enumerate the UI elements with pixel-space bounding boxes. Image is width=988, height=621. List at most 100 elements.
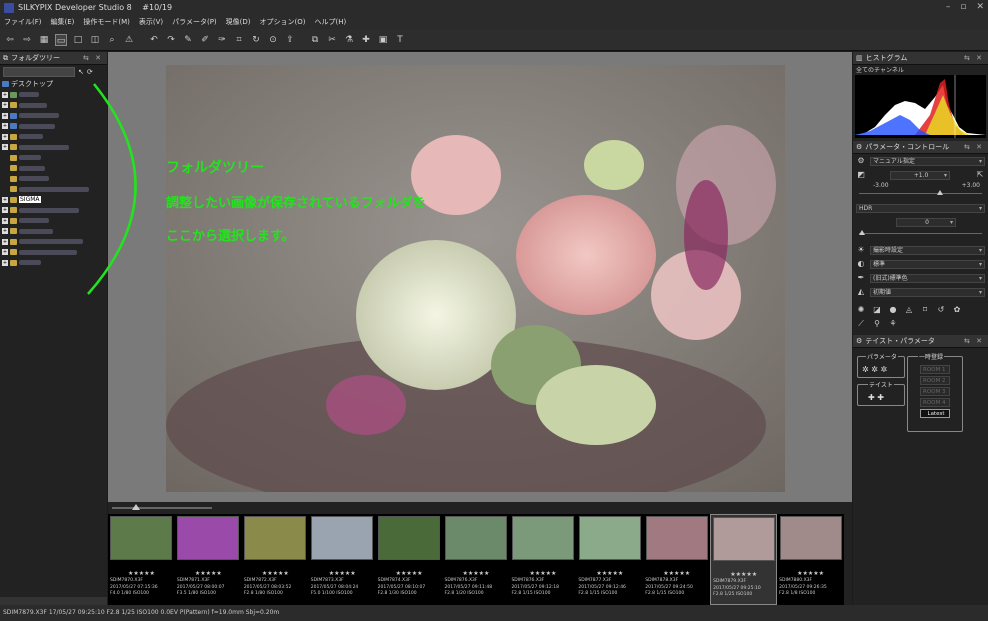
memory-slot-2[interactable]: ROOM 2	[920, 376, 950, 385]
sharpness-dropdown[interactable]: 初期値	[870, 287, 985, 297]
rating-stars[interactable]: ★★★★★	[311, 570, 374, 577]
sphere-icon[interactable]: ●	[888, 305, 898, 315]
thumbnail[interactable]: ★★★★★ SDIM7880.X3F 2017/05/27 09:26:35 F2.8…	[777, 514, 844, 605]
rating-stars[interactable]: ★★★★★	[713, 571, 774, 578]
maximize-button[interactable]: ▫	[960, 2, 966, 12]
settings-icon[interactable]: ⚙	[856, 156, 866, 166]
thumb-size-slider-handle[interactable]	[132, 504, 140, 510]
rating-stars[interactable]: ★★★★★	[445, 570, 508, 577]
expand-icon[interactable]: +	[2, 91, 8, 98]
preset-dropdown[interactable]: マニュアル指定	[870, 156, 985, 166]
compare-view-icon[interactable]: ◫	[89, 34, 101, 46]
rotate-icon[interactable]: ↻	[250, 34, 262, 46]
thumbnail[interactable]: ★★★★★ SDIM7873.X3F 2017/05/27 08:04:24 F5.0…	[309, 514, 376, 605]
hdr-dropdown[interactable]: HDR	[856, 203, 985, 213]
curve-icon[interactable]: ◪	[872, 305, 882, 315]
back-icon[interactable]: ⇦	[4, 34, 16, 46]
expand-icon[interactable]: +	[2, 144, 8, 151]
thumbnail[interactable]: ★★★★★ SDIM7876.X3F 2017/05/27 09:11:48 F2.8…	[443, 514, 510, 605]
forward-icon[interactable]: ⇨	[21, 34, 33, 46]
taste-icons[interactable]: ✚ ✚	[868, 393, 884, 402]
spot-icon[interactable]: ⚘	[888, 319, 898, 329]
histogram-channel[interactable]: 全てのチャンネル	[853, 65, 988, 75]
rating-stars[interactable]: ★★★★★	[244, 570, 307, 577]
distortion-icon[interactable]: ⌑	[920, 305, 930, 315]
redo-icon[interactable]: ↷	[165, 34, 177, 46]
brush-icon[interactable]: ✂	[326, 34, 338, 46]
preview-photo[interactable]	[166, 65, 785, 492]
zoom-icon[interactable]: ⌕	[106, 34, 118, 46]
expand-icon[interactable]: +	[2, 238, 8, 245]
rating-stars[interactable]: ★★★★★	[378, 570, 441, 577]
memory-slot-1[interactable]: ROOM 1	[920, 365, 950, 374]
expand-icon[interactable]: +	[2, 133, 8, 140]
pipette-icon[interactable]: ✎	[182, 34, 194, 46]
rating-stars[interactable]: ★★★★★	[110, 570, 173, 577]
noise-icon[interactable]: ✺	[856, 305, 866, 315]
wb-dropdown[interactable]: 撮影時設定	[870, 245, 985, 255]
thumbnail[interactable]: ★★★★★ SDIM7879.X3F 2017/05/27 09:25:10 F2.8…	[710, 514, 778, 605]
thumbnail[interactable]: ★★★★★ SDIM7878.X3F 2017/05/27 09:24:50 F2.8…	[643, 514, 710, 605]
wb-pipette-icon[interactable]: ✐	[199, 34, 211, 46]
rating-stars[interactable]: ★★★★★	[511, 570, 574, 577]
panel-controls-icon[interactable]: ⇆ ✕	[964, 54, 984, 62]
preview-view-icon[interactable]: ▭	[55, 33, 67, 46]
menu-options[interactable]: オプション(O)	[260, 17, 306, 27]
menu-edit[interactable]: 編集(E)	[51, 17, 75, 27]
thumb-size-slider[interactable]	[112, 507, 212, 509]
dropper-icon[interactable]: ⚲	[872, 319, 882, 329]
panel-controls-icon[interactable]: ⇆ ✕	[83, 54, 103, 62]
color-dropdown[interactable]: (旧式)標準色	[870, 273, 985, 283]
expand-icon[interactable]: +	[2, 112, 8, 119]
thumbnail[interactable]: ★★★★★ SDIM7871.X3F 2017/05/27 08:00:07 F3.5…	[175, 514, 242, 605]
warning-icon[interactable]: ⚠	[123, 34, 135, 46]
menu-mode[interactable]: 操作モード(M)	[83, 17, 130, 27]
compare-icon[interactable]: ⧉	[309, 34, 321, 46]
undo-icon[interactable]: ↶	[148, 34, 160, 46]
menu-develop[interactable]: 現像(D)	[226, 17, 251, 27]
rating-stars[interactable]: ★★★★★	[779, 570, 842, 577]
param-icons[interactable]: ✲ ✲ ✲	[862, 365, 887, 374]
folder-up-icon[interactable]: ↖	[78, 68, 84, 76]
panel-controls-icon[interactable]: ⇆ ✕	[964, 337, 984, 345]
expand-icon[interactable]: +	[2, 228, 8, 235]
exposure-slider[interactable]	[859, 189, 982, 197]
auto-exposure-icon[interactable]: ⇱	[975, 170, 985, 180]
menu-file[interactable]: ファイル(F)	[4, 17, 42, 27]
effect-icon[interactable]: ✿	[952, 305, 962, 315]
puzzle-icon[interactable]: ✚	[360, 34, 372, 46]
display-icon[interactable]: ▣	[377, 34, 389, 46]
memory-slot-3[interactable]: ROOM 3	[920, 387, 950, 396]
grid-view-icon[interactable]: ▦	[38, 34, 50, 46]
hdr-slider-handle[interactable]	[859, 230, 865, 235]
exposure-slider-handle[interactable]	[937, 190, 943, 195]
rotate-icon[interactable]: ↺	[936, 305, 946, 315]
menu-parameter[interactable]: パラメータ(P)	[172, 17, 216, 27]
expand-icon[interactable]: +	[2, 207, 8, 214]
hdr-value[interactable]: 0	[896, 217, 956, 227]
thumbnail[interactable]: ★★★★★ SDIM7874.X3F 2017/05/27 08:10:07 F2.8…	[376, 514, 443, 605]
expand-icon[interactable]: +	[2, 217, 8, 224]
minimize-button[interactable]: –	[946, 2, 951, 12]
folder-panel-scrollbar[interactable]	[0, 597, 107, 605]
brush-icon[interactable]: ⟋	[856, 319, 866, 329]
text-icon[interactable]: T	[394, 34, 406, 46]
refresh-icon[interactable]: ⟳	[87, 68, 93, 76]
rating-stars[interactable]: ★★★★★	[578, 570, 641, 577]
single-view-icon[interactable]: □	[72, 34, 84, 46]
thumbnail[interactable]: ★★★★★ SDIM7870.X3F 2017/05/27 07:15:36 F4.0…	[108, 514, 175, 605]
tone-dropdown[interactable]: 標準	[870, 259, 985, 269]
thumbnail[interactable]: ★★★★★ SDIM7872.X3F 2017/05/27 08:03:52 F2.8…	[242, 514, 309, 605]
menu-view[interactable]: 表示(V)	[139, 17, 163, 27]
thumbnail-strip-scrollbar[interactable]	[844, 514, 852, 605]
exposure-value[interactable]: +1.0	[890, 170, 950, 180]
folder-path-input[interactable]	[3, 67, 75, 77]
gray-pipette-icon[interactable]: ✑	[216, 34, 228, 46]
expand-icon[interactable]: +	[2, 102, 8, 109]
stamp-icon[interactable]: ⚗	[343, 34, 355, 46]
expand-icon[interactable]: +	[2, 196, 8, 203]
menu-help[interactable]: ヘルプ(H)	[315, 17, 347, 27]
export-icon[interactable]: ⇪	[284, 34, 296, 46]
latest-button[interactable]: Latest	[920, 409, 950, 418]
rating-stars[interactable]: ★★★★★	[177, 570, 240, 577]
